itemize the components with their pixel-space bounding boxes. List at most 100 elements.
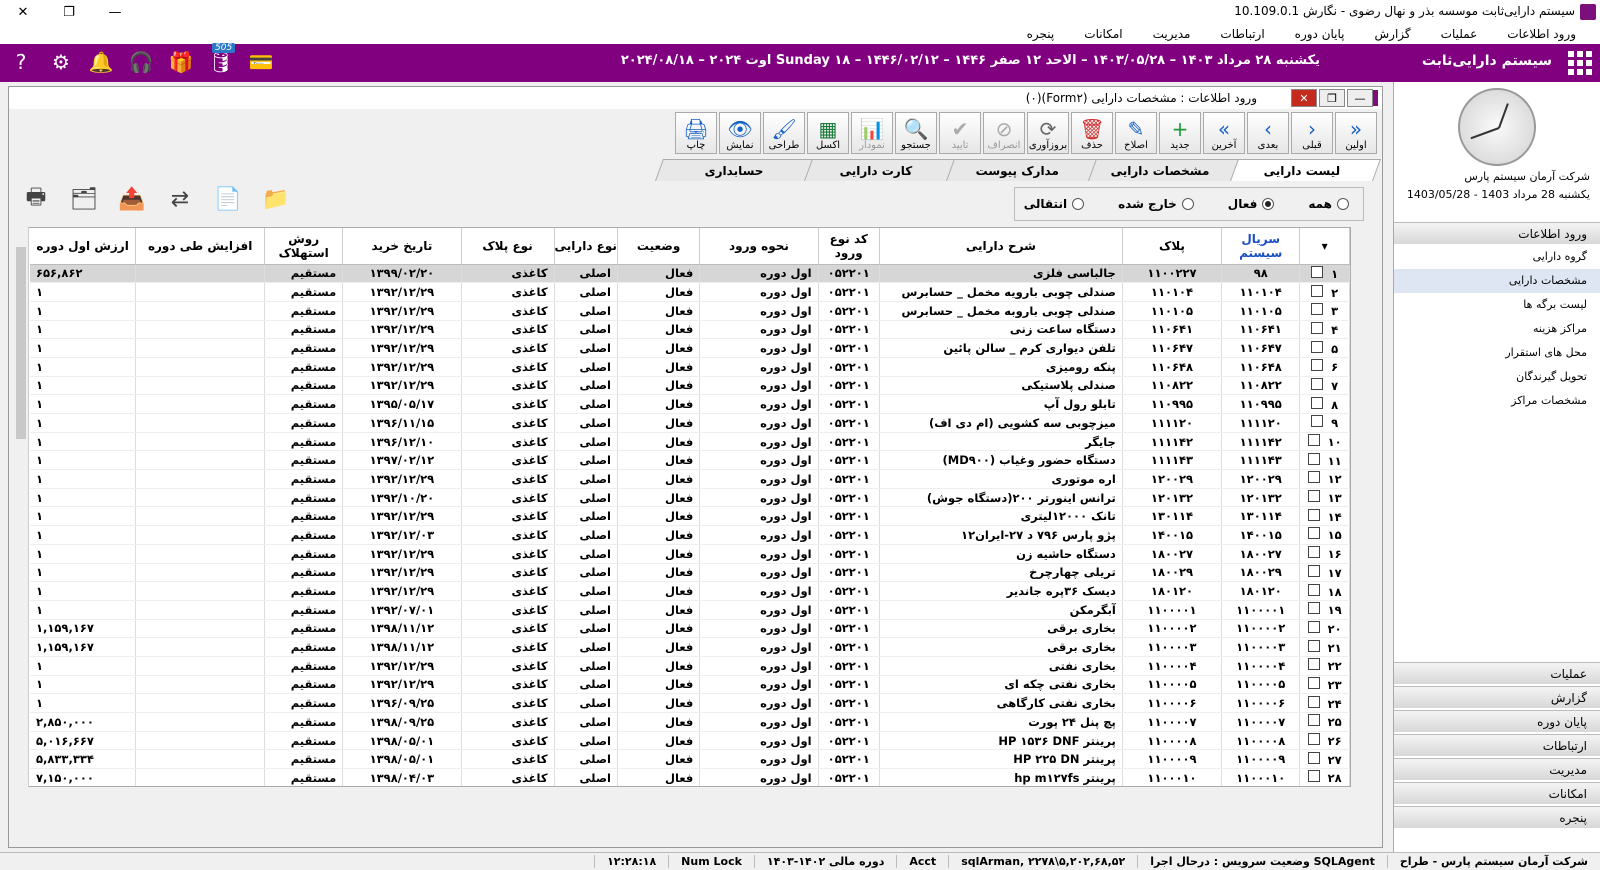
search-button[interactable]: 🔍 جستجو	[895, 112, 937, 154]
table-row[interactable]: ۱۸ ۱۸۰۱۲۰ ۱۸۰۱۲۰ دیسک ۳۶پره جاندیر ۰۵۲۲۰۱ اول…	[30, 581, 1350, 601]
row-checkbox[interactable]	[1307, 620, 1320, 633]
last-button[interactable]: » آخرین	[1203, 112, 1245, 154]
row-checkbox[interactable]	[1311, 359, 1324, 372]
nav-section-data-entry[interactable]: ورود اطلاعات	[1394, 222, 1600, 244]
column-header[interactable]: کد نوع ورود	[818, 228, 880, 265]
row-checkbox[interactable]	[1307, 564, 1320, 577]
radio-icon[interactable]	[1181, 198, 1194, 210]
nav-section[interactable]: پنجره	[1394, 806, 1600, 828]
menu-item[interactable]: پنجره	[1027, 27, 1055, 41]
column-header[interactable]: پلاک	[1122, 228, 1223, 265]
table-row[interactable]: ۱۱ ۱۱۱۱۴۳ ۱۱۱۱۴۳ دستگاه حضور وغیاب (MD۹۰۰) ۰…	[30, 450, 1350, 471]
nav-section[interactable]: پایان دوره	[1394, 710, 1600, 732]
table-row[interactable]: ۲۲ ۱۱۰۰۰۰۴ ۱۱۰۰۰۰۴ بخاری نفتی ۰۵۲۲۰۱ اول دوره…	[30, 656, 1350, 676]
edit-button[interactable]: ✎ اصلاح	[1115, 112, 1157, 154]
row-number-cell[interactable]: ۱۶	[1299, 544, 1350, 564]
nav-item[interactable]: مراکز هزینه	[1394, 317, 1600, 341]
filter-disposed[interactable]: خارج شده	[1118, 197, 1194, 211]
row-number-cell[interactable]: ۲۱	[1299, 637, 1350, 657]
nav-item[interactable]: مشخصات مراکز	[1394, 389, 1600, 413]
settings-gear-icon[interactable]: ⚙	[48, 49, 74, 75]
radio-icon[interactable]	[1337, 198, 1349, 210]
column-header[interactable]: نوع دارایی	[554, 228, 618, 265]
menu-item[interactable]: ورود اطلاعات	[1507, 27, 1576, 41]
tab-asset-card[interactable]: کارت دارایی	[796, 159, 956, 181]
form-restore-button[interactable]: ❐	[1319, 89, 1345, 107]
row-checkbox[interactable]	[1307, 452, 1320, 465]
row-number-cell[interactable]: ۴	[1299, 320, 1350, 340]
menu-item[interactable]: ارتباطات	[1220, 27, 1264, 41]
column-header-row-number[interactable]: ▾	[1299, 228, 1350, 265]
column-header[interactable]: شرح دارایی	[879, 228, 1123, 265]
chart-button[interactable]: 📊 نمودار	[851, 112, 893, 154]
folder-icon[interactable]: 📁	[261, 183, 291, 215]
minimize-window-button[interactable]: —	[92, 0, 138, 24]
export-icon[interactable]: 📤	[117, 183, 147, 215]
row-checkbox[interactable]	[1307, 676, 1320, 689]
column-header[interactable]: تاریخ خرید	[342, 228, 462, 265]
refresh-button[interactable]: ⟳ بروزآوری	[1027, 112, 1069, 154]
next-button[interactable]: › بعدی	[1247, 112, 1289, 154]
row-checkbox[interactable]	[1311, 303, 1324, 316]
radio-icon[interactable]	[1262, 198, 1275, 210]
row-checkbox[interactable]	[1311, 415, 1324, 428]
table-row[interactable]: ۳ ۱۱۰۱۰۵ ۱۱۰۱۰۵ صندلی چوبی باروبه مخمل _ حس…	[30, 301, 1350, 321]
row-number-cell[interactable]: ۱	[1299, 264, 1350, 284]
row-number-cell[interactable]: ۱۷	[1299, 563, 1350, 583]
row-checkbox[interactable]	[1311, 321, 1324, 334]
scrollbar-thumb[interactable]	[16, 247, 26, 439]
filter-transferred[interactable]: انتقالی	[1024, 197, 1085, 211]
table-row[interactable]: ۱۷ ۱۸۰۰۲۹ ۱۸۰۰۲۹ تریلی چهارچرخ ۰۵۲۲۰۱ اول دور…	[30, 563, 1350, 583]
nav-item[interactable]: محل های استقرار	[1394, 341, 1600, 365]
column-header[interactable]: روش استهلاک	[264, 228, 344, 265]
table-row[interactable]: ۱۰ ۱۱۱۱۴۲ ۱۱۱۱۴۲ جایگر ۰۵۲۲۰۱ اول دوره فعال اصل…	[30, 432, 1350, 452]
row-checkbox[interactable]	[1311, 340, 1324, 353]
row-checkbox[interactable]	[1307, 527, 1320, 540]
row-number-cell[interactable]: ۱۲	[1299, 469, 1350, 489]
column-header[interactable]: وضعیت	[617, 228, 701, 265]
column-header[interactable]: نحوه ورود	[699, 228, 819, 265]
row-number-cell[interactable]: ۸	[1299, 394, 1350, 414]
maximize-window-button[interactable]: ❐	[46, 0, 92, 24]
nav-section[interactable]: عملیات	[1394, 662, 1600, 684]
tab-accounting[interactable]: حسابداری	[654, 159, 814, 181]
row-number-cell[interactable]: ۲۶	[1299, 731, 1350, 751]
view-button[interactable]: 👁 نمایش	[719, 112, 761, 154]
previous-button[interactable]: ‹ قبلی	[1291, 112, 1333, 154]
table-row[interactable]: ۱۹ ۱۱۰۰۰۰۱ ۱۱۰۰۰۰۱ آبگرمکن ۰۵۲۲۰۱ اول دوره فعا…	[30, 600, 1350, 620]
row-number-cell[interactable]: ۷	[1299, 376, 1350, 396]
row-checkbox[interactable]	[1311, 284, 1324, 297]
filter-active[interactable]: فعال	[1228, 197, 1275, 211]
row-number-cell[interactable]: ۹	[1299, 413, 1350, 433]
table-row[interactable]: ۹ ۱۱۱۱۲۰ ۱۱۱۱۲۰ میزچوبی سه کشویی (ام دی اف)…	[30, 413, 1350, 433]
table-row[interactable]: ۱۴ ۱۳۰۱۱۴ ۱۳۰۱۱۴ تانک ۱۲۰۰۰لیتری ۰۵۲۲۰۱ اول د…	[30, 506, 1350, 527]
bell-icon[interactable]: 🔔	[88, 49, 114, 75]
nav-item[interactable]: مشخصات دارایی	[1394, 269, 1600, 293]
row-number-cell[interactable]: ۲۴	[1299, 693, 1350, 713]
menu-item[interactable]: پایان دوره	[1295, 27, 1345, 41]
gift-icon[interactable]: 🎁	[168, 49, 194, 75]
row-checkbox[interactable]	[1307, 602, 1320, 615]
nav-item[interactable]: گروه دارایی	[1394, 245, 1600, 269]
table-row[interactable]: ۲۱ ۱۱۰۰۰۰۳ ۱۱۰۰۰۰۳ بخاری برقی ۰۵۲۲۰۱ اول دوره…	[30, 637, 1350, 657]
column-header[interactable]: ارزش اول دوره	[30, 228, 137, 265]
row-checkbox[interactable]	[1307, 658, 1320, 671]
row-checkbox[interactable]	[1307, 639, 1320, 652]
table-row[interactable]: ۱ ۹۸ ۱۱۰۰۲۲۷ جالباسی فلزی ۰۵۲۲۰۱ اول دوره فعال…	[30, 264, 1350, 284]
row-number-cell[interactable]: ۲۳	[1299, 675, 1350, 695]
row-checkbox[interactable]	[1307, 546, 1320, 559]
row-checkbox[interactable]	[1311, 265, 1324, 278]
row-checkbox[interactable]	[1307, 434, 1320, 447]
delete-button[interactable]: 🗑 حذف	[1071, 112, 1113, 154]
row-number-cell[interactable]: ۶	[1299, 357, 1350, 377]
help-icon[interactable]: ?	[8, 49, 34, 75]
table-row[interactable]: ۲ ۱۱۰۱۰۴ ۱۱۰۱۰۴ صندلی چوبی بارویه مخمل _ حس…	[30, 282, 1350, 302]
menu-item[interactable]: گزارش	[1375, 27, 1411, 41]
table-row[interactable]: ۱۶ ۱۸۰۰۲۷ ۱۸۰۰۲۷ دستگاه حاشیه زن ۰۵۲۲۰۱ اول د…	[30, 544, 1350, 564]
row-number-cell[interactable]: ۱۵	[1299, 525, 1350, 545]
nav-section[interactable]: امکانات	[1394, 782, 1600, 804]
excel-button[interactable]: ▦ اکسل	[807, 112, 849, 154]
row-checkbox[interactable]	[1307, 508, 1320, 521]
close-window-button[interactable]: ✕	[0, 0, 46, 24]
menu-item[interactable]: مدیریت	[1153, 27, 1191, 41]
